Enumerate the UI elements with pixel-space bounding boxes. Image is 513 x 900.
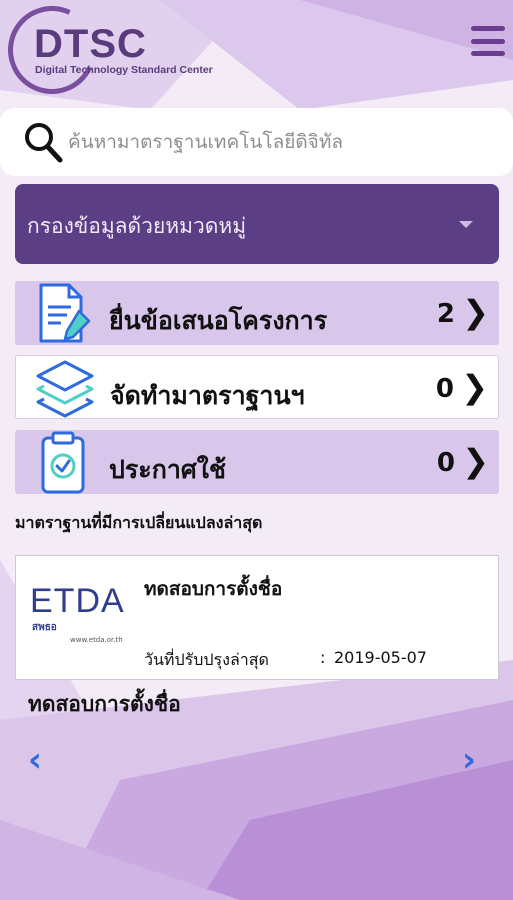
etda-logo-url: www.etda.or.th [70,636,123,644]
clipboard-check-icon [41,431,85,494]
card-date-label: วันที่ปรับปรุงล่าสุด [144,650,269,669]
menu-bar [471,26,505,31]
stage-row-drafting[interactable]: จัดทำมาตราฐานฯ 0 ❯ [15,355,499,419]
document-edit-icon [39,283,91,343]
layers-icon [36,360,94,418]
stage-count: 0 [436,448,455,478]
stage-label: ยื่นข้อเสนอโครงการ [109,306,328,335]
etda-logo-thai: สพธอ [32,622,57,633]
chevron-right-icon: ❯ [462,442,489,480]
logo-title: DTSC [34,22,147,66]
logo-subtitle: Digital Technology Standard Center [35,64,213,76]
dtsc-logo: DTSC Digital Technology Standard Center [0,0,218,107]
stage-count: 2 [436,299,455,329]
card-title: ทดสอบการตั้งชื่อ [144,578,283,600]
recent-section-title: มาตราฐานที่มีการเปลี่ยนแปลงล่าสุด [15,513,263,532]
etda-logo: ETDA สพธอ www.etda.or.th [30,582,134,658]
search-bar [0,108,513,176]
filter-label: กรองข้อมูลด้วยหมวดหมู่ [27,214,247,238]
category-filter-dropdown[interactable]: กรองข้อมูลด้วยหมวดหมู่ [15,184,499,264]
stage-label: ประกาศใช้ [109,455,226,484]
app-header: DTSC Digital Technology Standard Center [0,0,513,107]
stage-row-announced[interactable]: ประกาศใช้ 0 ❯ [15,430,499,494]
recent-standard-card[interactable]: ETDA สพธอ www.etda.or.th ทดสอบการตั้งชื่… [15,555,499,680]
chevron-right-icon: ❯ [461,368,488,406]
card-date-separator: : [320,648,326,667]
caret-down-icon [459,221,473,228]
search-input[interactable] [68,122,488,162]
menu-bar [471,38,505,44]
chevron-right-icon: ❯ [462,293,489,331]
card-date-value: 2019-05-07 [334,648,427,667]
etda-logo-text: ETDA [30,582,125,620]
search-icon[interactable] [22,120,64,164]
stage-label: จัดทำมาตราฐานฯ [110,381,305,410]
menu-bar [471,51,505,56]
carousel-next-button[interactable]: › [462,740,476,780]
hamburger-menu-icon[interactable] [471,26,505,56]
stage-row-proposal[interactable]: ยื่นข้อเสนอโครงการ 2 ❯ [15,281,499,345]
stage-count: 0 [435,374,454,404]
carousel-prev-button[interactable]: ‹ [28,740,42,780]
app-root: DTSC Digital Technology Standard Center … [0,0,513,900]
carousel-item-title: ทดสอบการตั้งชื่อ [28,692,181,716]
